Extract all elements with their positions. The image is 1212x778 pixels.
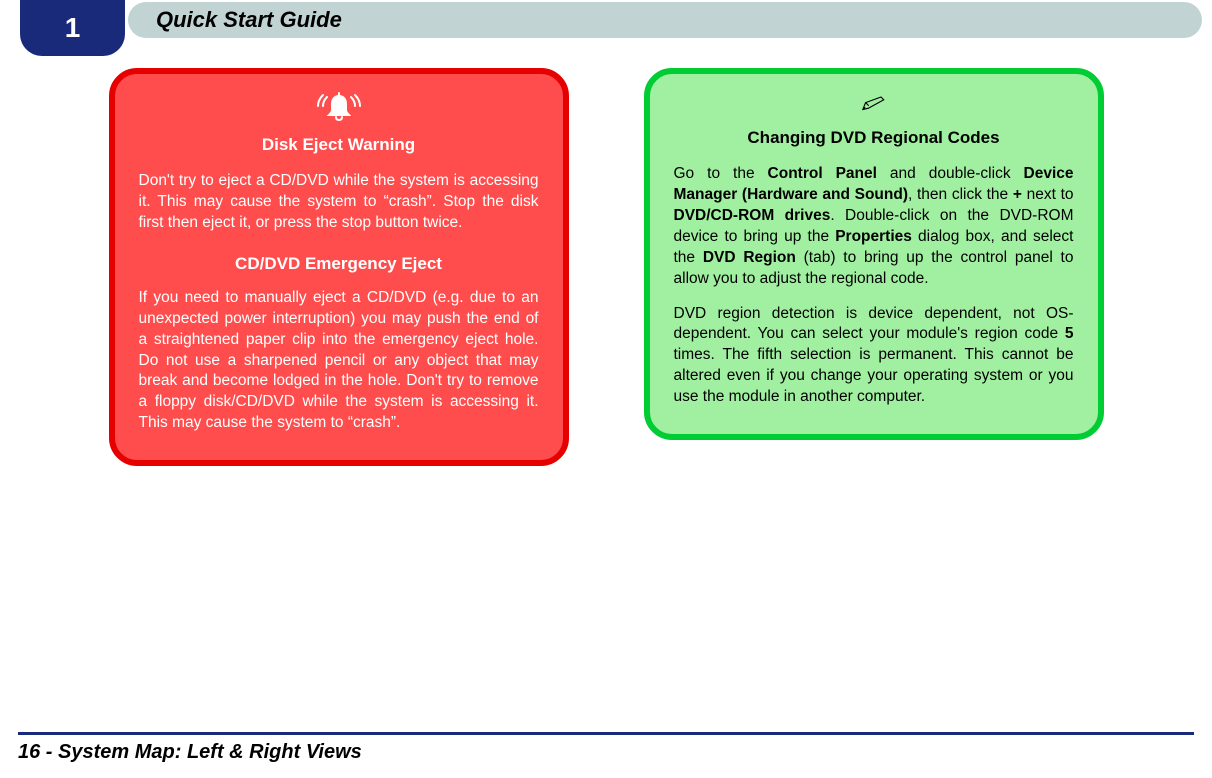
footer-text: 16 - System Map: Left & Right Views — [18, 741, 1194, 764]
chapter-badge: 1 — [20, 0, 125, 56]
callout-boxes: Disk Eject Warning Don't try to eject a … — [30, 64, 1182, 466]
text: , then click the — [908, 186, 1013, 203]
warning-title: Disk Eject Warning — [139, 135, 539, 155]
text: Go to the — [674, 165, 768, 182]
warning-subtitle: CD/DVD Emergency Eject — [139, 254, 539, 274]
chapter-number: 1 — [65, 12, 81, 44]
note-title: Changing DVD Regional Codes — [674, 128, 1074, 148]
bold-text: DVD/CD-ROM drives — [674, 207, 831, 224]
note-paragraph-2: DVD region detection is device dependent… — [674, 304, 1074, 409]
note-paragraph-1: Go to the Control Panel and double-click… — [674, 164, 1074, 290]
page-title: Quick Start Guide — [156, 7, 342, 33]
title-bar: Quick Start Guide — [128, 2, 1202, 38]
bold-text: Properties — [835, 228, 912, 245]
warning-paragraph-2: If you need to manually eject a CD/DVD (… — [139, 288, 539, 434]
bold-text: 5 — [1065, 325, 1074, 342]
warning-box: Disk Eject Warning Don't try to eject a … — [109, 68, 569, 466]
text: next to — [1022, 186, 1074, 203]
text: DVD region detection is device dependent… — [674, 305, 1074, 343]
text: and double-click — [877, 165, 1024, 182]
text: times. The fifth selection is permanent.… — [674, 346, 1074, 405]
note-box: Changing DVD Regional Codes Go to the Co… — [644, 68, 1104, 440]
footer-rule — [18, 732, 1194, 735]
page-header: 1 Quick Start Guide — [0, 0, 1212, 40]
pencil-icon — [674, 92, 1074, 120]
bold-text: Control Panel — [768, 165, 877, 182]
bold-text: + — [1013, 186, 1022, 203]
bold-text: DVD Region — [703, 249, 796, 266]
content-area: Disk Eject Warning Don't try to eject a … — [0, 64, 1212, 718]
warning-paragraph-1: Don't try to eject a CD/DVD while the sy… — [139, 171, 539, 234]
alarm-icon — [139, 92, 539, 127]
page-footer: 16 - System Map: Left & Right Views — [18, 732, 1194, 764]
